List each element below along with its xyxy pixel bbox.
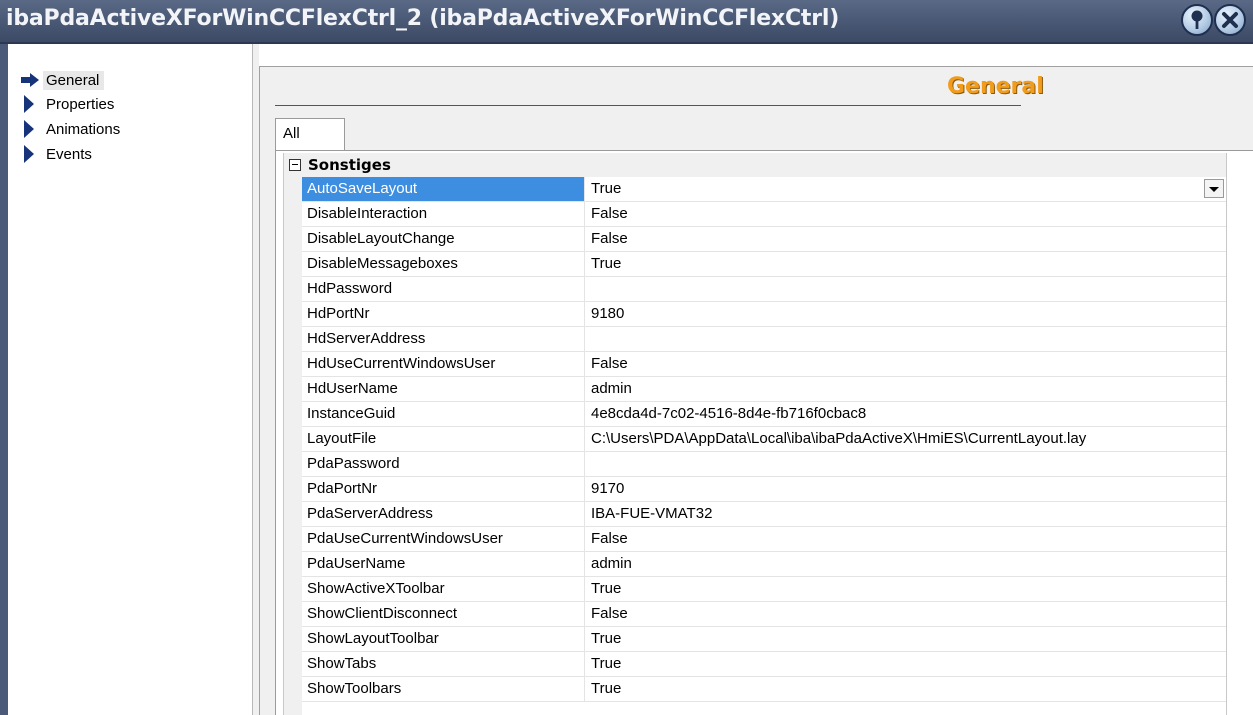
property-row[interactable]: ShowActiveXToolbar True <box>302 577 1226 602</box>
property-value[interactable]: False <box>586 352 1226 376</box>
pushpin-help-icon[interactable] <box>1181 4 1213 36</box>
property-row[interactable]: HdUserName admin <box>302 377 1226 402</box>
property-row[interactable]: PdaPortNr 9170 <box>302 477 1226 502</box>
property-row[interactable]: AutoSaveLayout True <box>302 177 1226 202</box>
property-value[interactable]: False <box>586 527 1226 551</box>
heading-divider <box>275 105 1021 106</box>
property-value[interactable]: True <box>586 627 1226 651</box>
category-label: Sonstiges <box>308 156 391 174</box>
property-name: ShowClientDisconnect <box>302 602 585 626</box>
property-value[interactable]: 4e8cda4d-7c02-4516-8d4e-fb716f0cbac8 <box>586 402 1226 426</box>
property-row[interactable]: PdaUserName admin <box>302 552 1226 577</box>
property-name: HdPassword <box>302 277 585 301</box>
property-value[interactable]: True <box>586 577 1226 601</box>
property-name: HdUserName <box>302 377 585 401</box>
property-row[interactable]: DisableLayoutChange False <box>302 227 1226 252</box>
nav-item-label: General <box>43 70 105 90</box>
title-bar: ibaPdaActiveXForWinCCFlexCtrl_2 (ibaPdaA… <box>0 0 1253 44</box>
property-name: ShowToolbars <box>302 677 585 701</box>
property-row[interactable]: HdPassword <box>302 277 1226 302</box>
property-value[interactable]: 9170 <box>586 477 1226 501</box>
property-name: PdaServerAddress <box>302 502 585 526</box>
property-name: HdPortNr <box>302 302 585 326</box>
property-value[interactable] <box>586 327 1226 351</box>
property-row[interactable]: HdPortNr 9180 <box>302 302 1226 327</box>
property-row[interactable]: PdaServerAddress IBA-FUE-VMAT32 <box>302 502 1226 527</box>
property-name: PdaUseCurrentWindowsUser <box>302 527 585 551</box>
collapse-icon[interactable] <box>289 159 301 171</box>
nav-item-label: Events <box>46 145 92 163</box>
property-value[interactable]: 9180 <box>586 302 1226 326</box>
arrow-right-icon <box>21 73 39 87</box>
property-row[interactable]: DisableMessageboxes True <box>302 252 1226 277</box>
nav-item-events[interactable]: Events <box>24 142 92 166</box>
property-name: DisableMessageboxes <box>302 252 585 276</box>
property-value[interactable]: False <box>586 227 1226 251</box>
nav-item-label: Properties <box>46 95 115 113</box>
triangle-right-icon <box>24 95 34 113</box>
nav-item-animations[interactable]: Animations <box>24 117 120 141</box>
property-value[interactable]: False <box>586 602 1226 626</box>
nav-item-properties[interactable]: Properties <box>24 92 114 116</box>
close-icon[interactable] <box>1214 4 1246 36</box>
property-name: ShowLayoutToolbar <box>302 627 585 651</box>
property-value[interactable] <box>586 277 1226 301</box>
property-name: PdaPortNr <box>302 477 585 501</box>
property-name: DisableLayoutChange <box>302 227 585 251</box>
chevron-down-icon <box>1209 187 1219 192</box>
property-value[interactable]: False <box>586 202 1226 226</box>
property-grid: Sonstiges AutoSaveLayout True DisableInter… <box>283 153 1227 715</box>
property-row[interactable]: ShowClientDisconnect False <box>302 602 1226 627</box>
property-name: ShowTabs <box>302 652 585 676</box>
property-row[interactable]: PdaUseCurrentWindowsUser False <box>302 527 1226 552</box>
property-value[interactable]: True <box>586 252 1226 276</box>
property-value[interactable] <box>586 452 1226 476</box>
property-value[interactable]: True <box>586 177 1226 201</box>
property-row[interactable]: ShowToolbars True <box>302 677 1226 702</box>
category-row[interactable]: Sonstiges <box>284 153 1226 177</box>
property-name: ShowActiveXToolbar <box>302 577 585 601</box>
property-row[interactable]: LayoutFile C:\Users\PDA\AppData\Local\iba… <box>302 427 1226 452</box>
property-row[interactable]: ShowTabs True <box>302 652 1226 677</box>
property-row[interactable]: ShowLayoutToolbar True <box>302 627 1226 652</box>
property-row[interactable]: InstanceGuid 4e8cda4d-7c02-4516-8d4e-fb71… <box>302 402 1226 427</box>
property-name: AutoSaveLayout <box>302 177 585 201</box>
property-value[interactable]: admin <box>586 377 1226 401</box>
navigation-panel: General Properties Animations Events <box>8 44 253 715</box>
property-row[interactable]: HdUseCurrentWindowsUser False <box>302 352 1226 377</box>
grid-gutter <box>284 177 302 715</box>
triangle-right-icon <box>24 145 34 163</box>
property-row[interactable]: HdServerAddress <box>302 327 1226 352</box>
property-value[interactable]: True <box>586 677 1226 701</box>
property-row[interactable]: PdaPassword <box>302 452 1226 477</box>
triangle-right-icon <box>24 120 34 138</box>
dropdown-button[interactable] <box>1204 179 1224 198</box>
nav-item-label: Animations <box>46 120 121 138</box>
property-name: HdServerAddress <box>302 327 585 351</box>
nav-item-general[interactable]: General <box>21 68 105 92</box>
property-value[interactable]: C:\Users\PDA\AppData\Local\iba\ibaPdaAct… <box>586 427 1226 451</box>
window-title: ibaPdaActiveXForWinCCFlexCtrl_2 (ibaPdaA… <box>6 6 840 31</box>
property-value[interactable]: admin <box>586 552 1226 576</box>
property-name: InstanceGuid <box>302 402 585 426</box>
property-name: LayoutFile <box>302 427 585 451</box>
section-heading: General <box>947 74 1044 99</box>
property-value[interactable]: IBA-FUE-VMAT32 <box>586 502 1226 526</box>
property-value[interactable]: True <box>586 652 1226 676</box>
property-name: PdaPassword <box>302 452 585 476</box>
property-name: DisableInteraction <box>302 202 585 226</box>
property-row[interactable]: DisableInteraction False <box>302 202 1226 227</box>
property-name: HdUseCurrentWindowsUser <box>302 352 585 376</box>
window-left-border <box>0 44 8 715</box>
tab-all[interactable]: All <box>275 118 345 151</box>
property-name: PdaUserName <box>302 552 585 576</box>
